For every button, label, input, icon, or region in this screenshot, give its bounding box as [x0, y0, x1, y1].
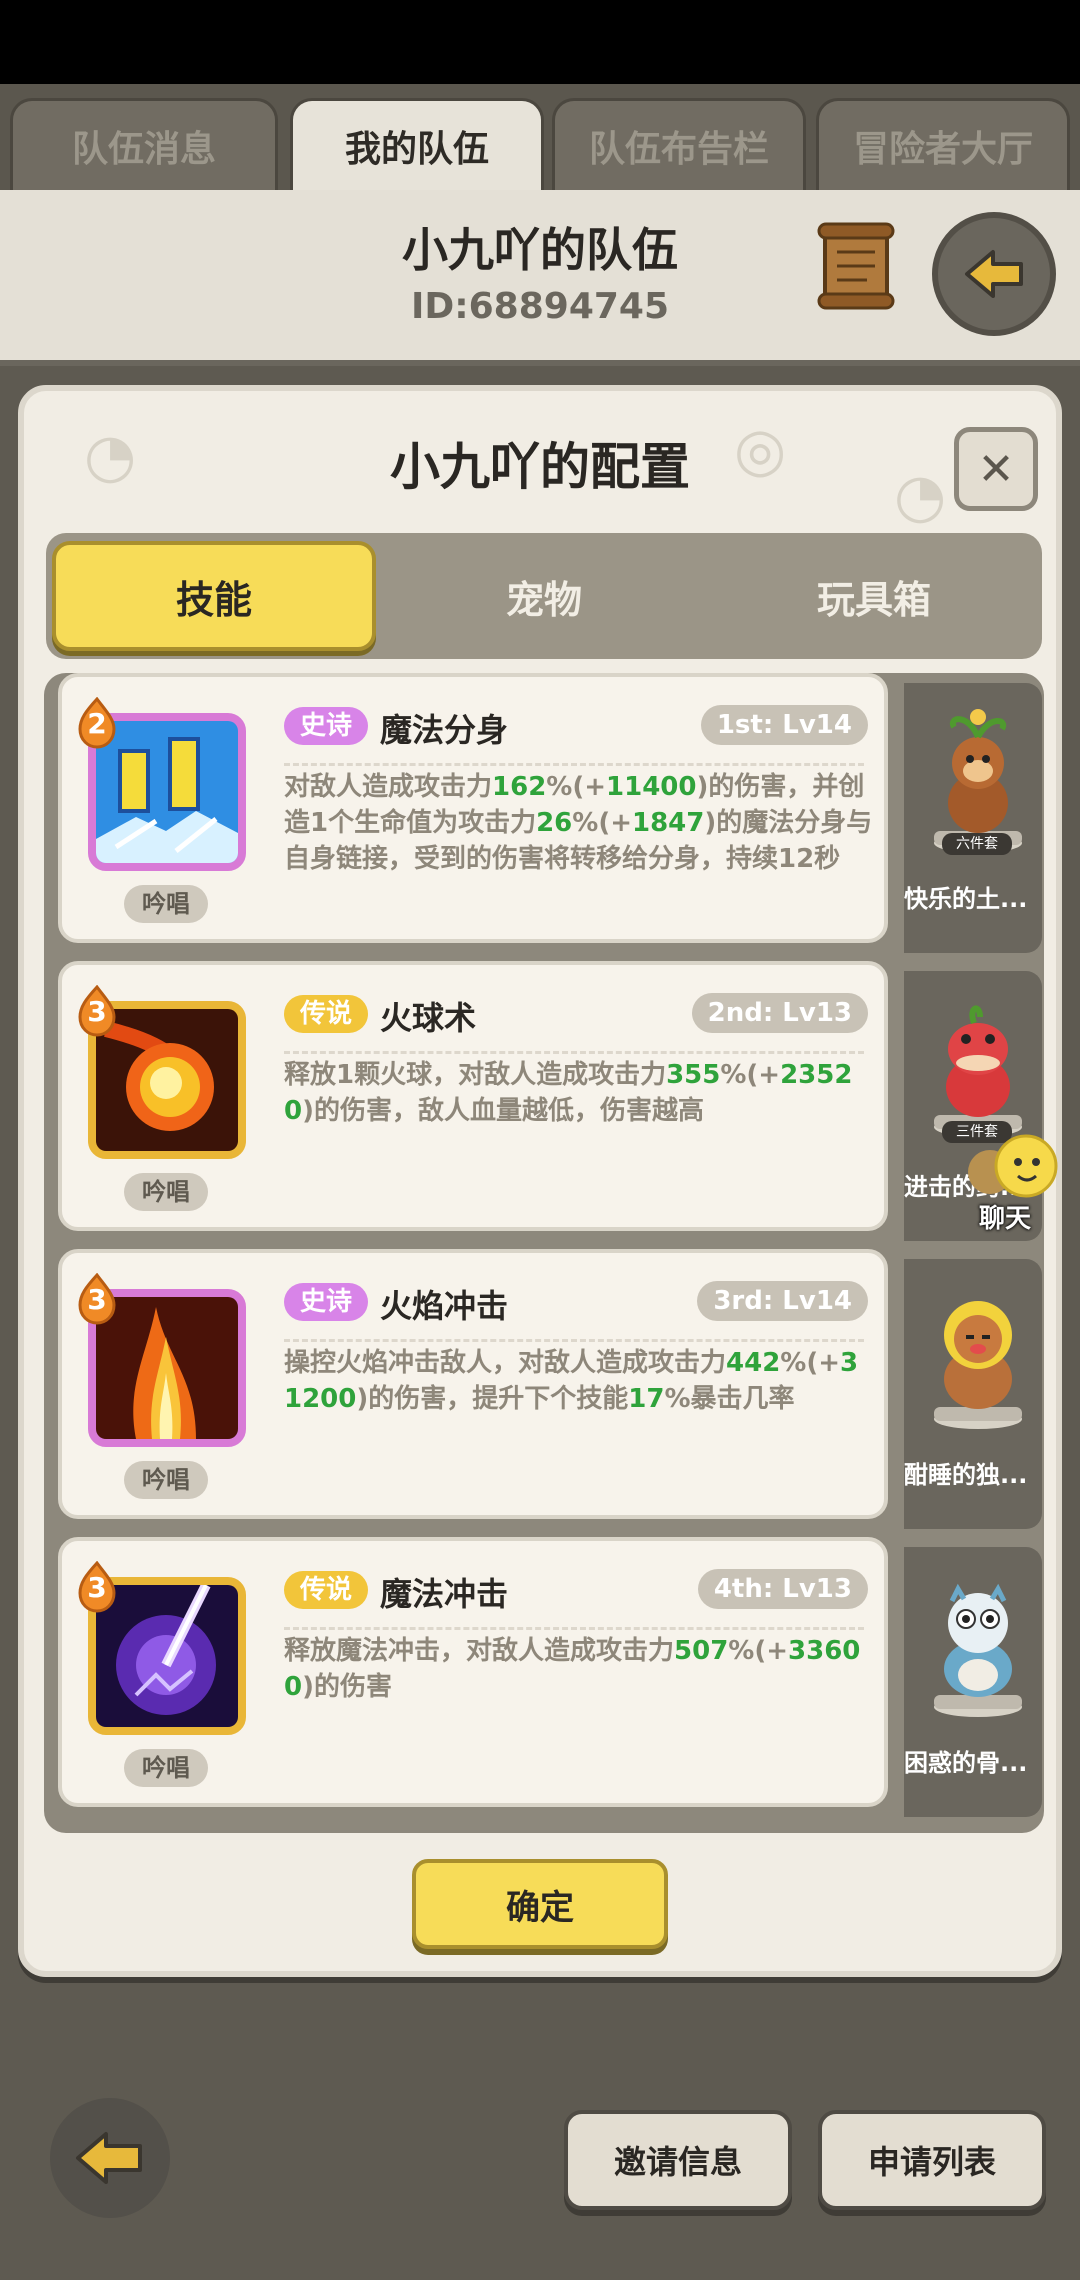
skill-level: 3 [87, 995, 107, 1028]
skill-rank: 2nd: Lv13 [691, 993, 868, 1033]
cast-type-badge: 吟唱 [124, 1461, 208, 1499]
tab-adventurer-hall[interactable]: 冒险者大厅 [816, 98, 1070, 190]
rarity-badge: 史诗 [284, 1283, 369, 1321]
skill-level: 3 [87, 1283, 107, 1316]
tab-skills[interactable]: 技能 [52, 541, 376, 651]
skill-rank: 3rd: Lv14 [697, 1281, 868, 1321]
desc-text: )的伤害 [302, 1672, 392, 1702]
desc-number: 17 [628, 1384, 665, 1414]
return-button[interactable] [932, 212, 1056, 336]
skill-description: 操控火焰冲击敌人，对敌人造成攻击力442%(+31200)的伤害，提升下个技能1… [284, 1345, 874, 1417]
desc-text: %(+ [546, 772, 607, 802]
top-tab-bar: 队伍消息 我的队伍 队伍布告栏 冒险者大厅 [0, 84, 1080, 194]
desc-text: %(+ [780, 1348, 841, 1378]
desc-text: %(+ [720, 1060, 781, 1090]
pet-name: 困惑的骨... [904, 1749, 1028, 1777]
lion-pet-icon [934, 1301, 1022, 1429]
dragon-pet-icon [934, 1583, 1022, 1717]
pet-slot[interactable]: 困惑的骨... [904, 1547, 1042, 1817]
desc-text: 释放1颗火球，对敌人造成攻击力 [284, 1060, 667, 1090]
back-button[interactable] [50, 2098, 170, 2218]
desc-number: 507 [674, 1636, 729, 1666]
desc-number: 162 [492, 772, 547, 802]
tab-toy-box[interactable]: 玩具箱 [712, 541, 1036, 651]
cast-type-badge: 吟唱 [124, 885, 208, 923]
close-icon: ✕ [977, 443, 1015, 495]
team-title: 小九吖的队伍 [402, 223, 678, 277]
return-arrow-icon [965, 250, 1023, 298]
desc-text: )的伤害，提升下个技能 [356, 1384, 629, 1414]
monkey-pet-icon [934, 709, 1022, 853]
rarity-badge: 史诗 [284, 707, 369, 745]
skill-card[interactable]: 3 吟唱 传说 火球术 2nd: Lv13 释放1颗火球，对敌人造成攻击力355… [58, 961, 888, 1231]
rarity-badge: 传说 [284, 1571, 369, 1609]
skill-description: 释放1颗火球，对敌人造成攻击力355%(+23520)的伤害，敌人血量越低，伤害… [284, 1057, 874, 1129]
panel-title: 小九吖的配置 [390, 438, 690, 496]
desc-text: )的伤害，敌人血量越低，伤害越高 [302, 1096, 704, 1126]
pet-slot[interactable]: 六件套 快乐的土... [904, 683, 1042, 953]
scroll-icon[interactable] [815, 220, 897, 312]
desc-number: 11400 [606, 772, 697, 802]
skill-name: 魔法冲击 [380, 1575, 509, 1613]
desc-number: 442 [726, 1348, 781, 1378]
pet-name: 快乐的土... [904, 885, 1028, 913]
status-bar [0, 0, 1080, 84]
divider [284, 763, 864, 766]
back-arrow-icon [76, 2132, 142, 2184]
skill-description: 对敌人造成攻击力162%(+11400)的伤害，并创造1个生命值为攻击力26%(… [284, 769, 874, 877]
skill-name: 火球术 [380, 999, 477, 1037]
desc-text: %(+ [728, 1636, 789, 1666]
tab-pets[interactable]: 宠物 [382, 541, 706, 651]
pet-set-badge: 六件套 [942, 833, 1012, 855]
skill-rank: 4th: Lv13 [697, 1569, 868, 1609]
divider [284, 1339, 864, 1342]
desc-text: %暴击几率 [664, 1384, 795, 1414]
desc-text: %(+ [572, 808, 632, 838]
desc-number: 1847 [632, 808, 705, 838]
config-panel: ◔ ◎ ◔ 小九吖的配置 ✕ 技能 宠物 玩具箱 六件套 快乐的土... 三件套… [18, 385, 1062, 1977]
desc-text: 操控火焰冲击敌人，对敌人造成攻击力 [284, 1348, 727, 1378]
tab-team-bulletin[interactable]: 队伍布告栏 [552, 98, 806, 190]
invite-info-button[interactable]: 邀请信息 [564, 2110, 792, 2210]
apply-list-button[interactable]: 申请列表 [818, 2110, 1046, 2210]
cast-type-badge: 吟唱 [124, 1173, 208, 1211]
tab-team-messages[interactable]: 队伍消息 [10, 98, 278, 190]
skill-description: 释放魔法冲击，对敌人造成攻击力507%(+33600)的伤害 [284, 1633, 874, 1705]
skill-list[interactable]: 六件套 快乐的土... 三件套 进击的鳄... 酣睡的独... 困惑的骨... … [44, 673, 1044, 1833]
pet-slot[interactable]: 酣睡的独... [904, 1259, 1042, 1529]
team-header: 小九吖的队伍 ID:68894745 [0, 190, 1080, 366]
desc-number: 26 [536, 808, 573, 838]
confirm-button[interactable]: 确定 [412, 1859, 668, 1949]
close-button[interactable]: ✕ [954, 427, 1038, 511]
chat-label: 聊天 [978, 1204, 1031, 1234]
cast-type-badge: 吟唱 [124, 1749, 208, 1787]
skill-card[interactable]: 2 吟唱 史诗 魔法分身 1st: Lv14 对敌人造成攻击力162%(+114… [58, 673, 888, 943]
skill-level: 3 [87, 1571, 107, 1604]
tab-my-team[interactable]: 我的队伍 [290, 98, 544, 190]
divider [284, 1051, 864, 1054]
team-id: ID:68894745 [410, 286, 670, 327]
pet-name: 酣睡的独... [904, 1461, 1028, 1489]
skill-name: 魔法分身 [380, 711, 509, 749]
skill-name: 火焰冲击 [380, 1287, 509, 1325]
skill-level: 2 [87, 707, 107, 740]
divider [284, 1627, 864, 1630]
chat-button[interactable]: 聊天 [960, 1130, 1070, 1234]
desc-text: 对敌人造成攻击力 [284, 772, 493, 802]
skill-card[interactable]: 3 吟唱 史诗 火焰冲击 3rd: Lv14 操控火焰冲击敌人，对敌人造成攻击力… [58, 1249, 888, 1519]
desc-number: 355 [666, 1060, 721, 1090]
skill-rank: 1st: Lv14 [700, 705, 868, 745]
desc-text: 释放魔法冲击，对敌人造成攻击力 [284, 1636, 675, 1666]
config-tab-bar: 技能 宠物 玩具箱 [46, 533, 1042, 659]
skill-card[interactable]: 3 吟唱 传说 魔法冲击 4th: Lv13 释放魔法冲击，对敌人造成攻击力50… [58, 1537, 888, 1807]
rarity-badge: 传说 [284, 995, 369, 1033]
crocodile-pet-icon [934, 1005, 1022, 1137]
